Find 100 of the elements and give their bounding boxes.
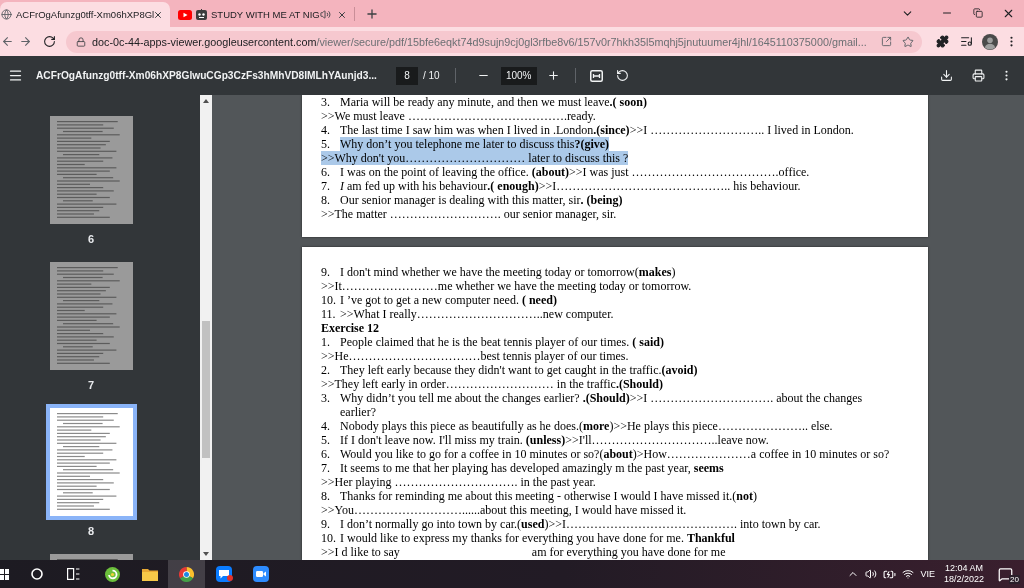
list-number: 11.	[321, 307, 337, 321]
answer-text: >>You………………………......about this meeting, I would have missed it.	[321, 503, 687, 517]
question-text: Why didn’t you tell me about the changes earlier? .(Should)>>I …………………………. about the changes earlier?	[340, 391, 863, 419]
list-number: 5.	[321, 433, 331, 447]
question-text: Would you like to go for a coffee in 10 minutes or so?(about)>How…………………a coffee in 10 minutes or so?	[340, 447, 890, 461]
page-number-field[interactable]: 8	[396, 66, 418, 85]
forward-arrow-icon	[18, 35, 32, 48]
question-text: I was on the point of leaving the office. (about)>>I was just ……………………………….office.	[340, 165, 810, 179]
question-text: Maria will be ready any minute, and then we must leave.( soon)	[340, 95, 647, 109]
list-number: 1.	[321, 335, 331, 349]
answer-text: >>Why don't you………………………… later to discuss this ?	[321, 151, 629, 165]
list-number: 8.	[321, 489, 331, 503]
answer-text: >>Her playing …………………………. in the past year.	[321, 475, 596, 489]
back-arrow-icon	[0, 35, 14, 48]
list-number: 9.	[321, 265, 331, 279]
reload-icon	[42, 35, 56, 48]
video-camera-icon	[252, 566, 269, 582]
list-number: 10.	[321, 531, 337, 545]
page-number-label: 7	[87, 378, 95, 392]
question-text: I am fed up with his behaviour.( enough)>>I…………………………………….. his behaviour.	[340, 179, 801, 193]
wifi-icon	[902, 568, 915, 580]
list-number: 7.	[321, 179, 331, 193]
question-text: They left early because they didn't want to get caught in the traffic.(avoid)	[340, 363, 698, 377]
question-text: If I don't leave now. I'll miss my train. (unless)>>I'll…………………………..leave now.	[340, 433, 769, 447]
page-thumbnail[interactable]	[49, 116, 133, 224]
start-menu-icon	[0, 568, 9, 580]
list-number: 4.	[321, 419, 331, 433]
folder-icon	[141, 567, 158, 581]
page-count: / 10	[423, 70, 440, 81]
exercise-heading: Exercise 12	[321, 321, 380, 335]
question-text: I don't mind whether we have the meeting today or tomorrow(makes)	[340, 265, 676, 279]
avatar-icon[interactable]	[982, 33, 998, 50]
list-number: 2.	[321, 363, 331, 377]
question-text: I would like to express my thanks for everything you have done for me. Thankful	[340, 531, 735, 545]
page-thumbnail[interactable]	[45, 404, 137, 520]
document-title: ACFrOgAfunzg0tff-Xm06hXP8GlwuCGp3CzFs3hMhVD8IMLhYAunjd3...	[36, 70, 378, 81]
fit-page-icon	[590, 69, 604, 82]
menu-icon	[7, 68, 23, 83]
question-text: I ’ve got to get a new computer need. ( need)	[340, 293, 557, 307]
list-number: 10.	[321, 293, 337, 307]
print-icon	[971, 69, 985, 82]
page-thumbnail[interactable]	[49, 262, 133, 370]
browser-tab[interactable]: STUDY WITH ME AT NIG	[170, 2, 354, 27]
music-list-icon	[959, 35, 973, 48]
list-number: 9.	[321, 517, 331, 531]
list-number: 3.	[321, 95, 331, 109]
robot-face-icon	[196, 9, 207, 20]
page-number-label: 6	[87, 232, 95, 246]
ring-icon	[31, 568, 43, 580]
question-text: Why don’t you telephone me later to discuss this?(give)	[340, 137, 610, 151]
answer-text: >>It……………………me whether we have the meeting today or tomorrow.	[321, 279, 692, 293]
globe-icon	[1, 9, 12, 20]
question-text: Our senior manager is dealing with this matter, sir. (being)	[340, 193, 623, 207]
star-icon	[902, 35, 914, 48]
question-text: Nobody plays this piece as beautifully as he does.(more)>>He plays this piece………………….. else.	[340, 419, 833, 433]
chat-app-icon	[215, 566, 232, 582]
list-number: 6.	[321, 165, 331, 179]
play-button-icon	[178, 9, 192, 20]
answer-text: >>They left early in order……………………… in the traffic.(Should)	[321, 377, 663, 391]
taskbar-app-button[interactable]	[168, 560, 205, 588]
scrollbar-track[interactable]	[200, 95, 212, 560]
answer-text: >>The matter ………………………. our senior manager, sir.	[321, 207, 617, 221]
answer-text: >>I d like to say am for everything you have done for me	[321, 545, 726, 559]
list-number: 6.	[321, 447, 331, 461]
list-number: 8.	[321, 193, 331, 207]
rotate-icon	[616, 69, 630, 82]
page-number-label: 8	[87, 524, 95, 538]
close-icon	[337, 9, 347, 20]
plus-icon	[365, 7, 379, 21]
list-number: 5.	[321, 137, 331, 151]
lock-icon	[76, 36, 86, 47]
clock-date: 18/2/2022	[943, 574, 984, 585]
scrollbar-thumb[interactable]	[202, 321, 210, 458]
clock-time: 12:04 AM	[944, 563, 983, 574]
plus-icon	[547, 69, 561, 82]
answer-text: >>He……………………………best tennis player of our times.	[321, 349, 629, 363]
swirl-logo-icon	[105, 566, 120, 582]
list-number: 7.	[321, 461, 331, 475]
restore-icon	[972, 8, 983, 18]
download-icon	[939, 69, 953, 82]
list-number: 3.	[321, 391, 331, 405]
question-text: It seems to me that her playing has developed amazingly m the past year, seems	[340, 461, 724, 475]
zoom-field[interactable]: 100%	[500, 66, 537, 85]
question-text: People claimed that he is the beat tennis player of our times. ( said)	[340, 335, 664, 349]
scroll-down-icon	[203, 552, 209, 556]
list-number: 4.	[321, 123, 331, 137]
task-view-icon	[66, 568, 80, 580]
address-field[interactable]: doc-0c-44-apps-viewer.googleusercontent.com/viewer/secure/pdf/15bfe6eqkt74d9sujn9cj0gl3rfbe8v6/157v0r7hkh35l5mqhj5jnutuumer4jhl/1645110375000/gmail...	[66, 30, 922, 53]
close-icon	[153, 9, 163, 20]
question-text: The last time I saw him was when I lived in .London.(since)>>I ……………………….. I lived in London.	[340, 123, 854, 137]
puzzle-icon	[935, 35, 949, 48]
scroll-up-icon	[203, 99, 209, 103]
question-text: I don’t normally go into town by car.(used)>>I……………………………………. into town by car.	[340, 517, 821, 531]
language-indicator[interactable]: VIE	[917, 560, 938, 588]
browser-tab[interactable]: ACFrOgAfunzg0tff-Xm06hXP8Gl	[0, 2, 170, 27]
answer-text: >>We must leave ………………………………….ready.	[321, 109, 596, 123]
question-text: >>What I really…………………………..new computer.	[340, 307, 614, 321]
share-icon	[880, 36, 892, 47]
question-text: Thanks for reminding me about this meeting - otherwise I would I have missed it.(not)	[340, 489, 757, 503]
speaker-icon	[865, 568, 878, 580]
